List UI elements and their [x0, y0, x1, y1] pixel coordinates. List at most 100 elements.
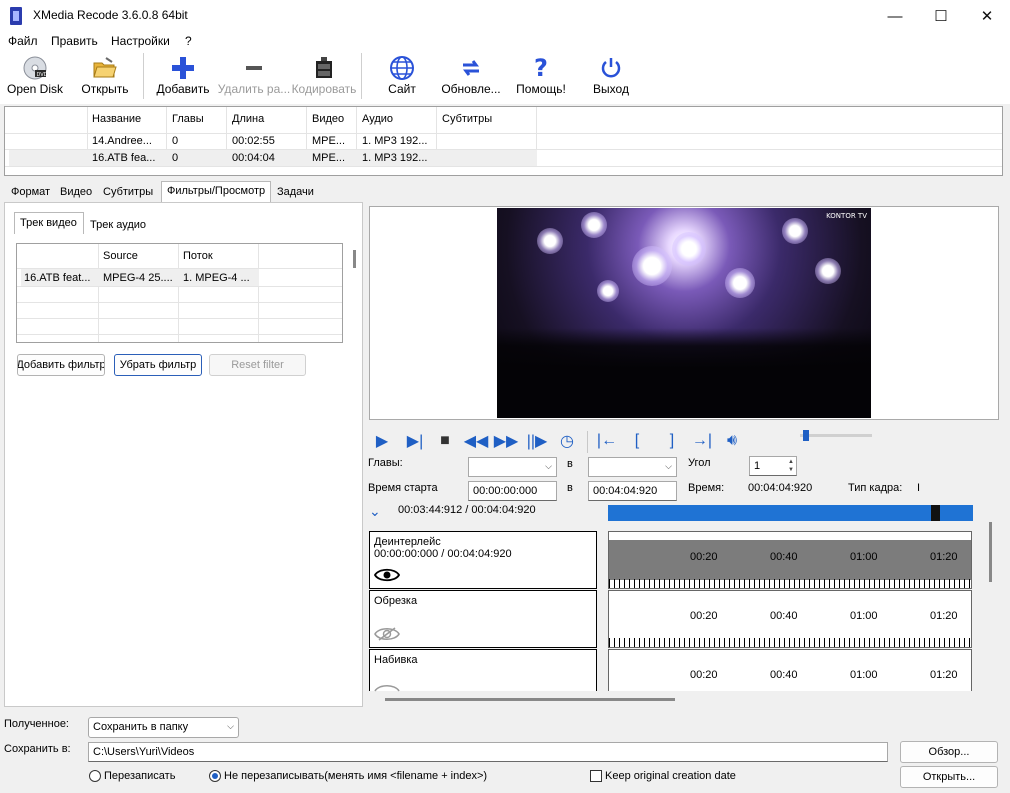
column-header[interactable]: Субтитры	[442, 113, 492, 125]
collapse-chevron-icon[interactable]: ⌄	[369, 503, 381, 520]
minimize-button[interactable]: —	[872, 0, 918, 32]
volume-slider-thumb[interactable]	[803, 430, 809, 441]
filter-name: Деинтерлейс	[374, 536, 441, 548]
panel-scrollbar[interactable]	[353, 250, 356, 268]
volume-button[interactable]: 🔊︎	[721, 430, 743, 452]
filter-deinterlace-track[interactable]: 00:20 00:40 01:00 01:20	[608, 531, 972, 589]
tab-video[interactable]: Видео	[55, 183, 97, 202]
column-header[interactable]: Длина	[232, 113, 264, 125]
filters-horizontal-scrollbar[interactable]	[385, 698, 675, 701]
tab-format[interactable]: Формат	[6, 183, 55, 202]
close-button[interactable]: ✕	[964, 0, 1010, 32]
open-button[interactable]: Открыть	[76, 54, 134, 100]
volume-icon: 🔊︎	[726, 432, 738, 449]
tick-label: 01:20	[930, 551, 958, 563]
clock-button[interactable]: ◷	[556, 430, 578, 452]
add-button[interactable]: Добавить	[150, 54, 216, 100]
start-time-input[interactable]: 00:00:00:000	[468, 481, 557, 501]
set-start-button[interactable]: |←	[596, 430, 618, 452]
toolbar: DVD Open Disk Открыть Добавить Удалить р…	[0, 50, 1010, 104]
rewind-button[interactable]: ◀◀	[464, 430, 489, 452]
no-overwrite-radio[interactable]	[209, 770, 221, 782]
open-folder-button[interactable]: Открыть...	[900, 766, 998, 788]
browse-button[interactable]: Обзор...	[900, 741, 998, 763]
tab-subtitles[interactable]: Субтитры	[98, 183, 158, 202]
save-to-label: Сохранить в:	[4, 743, 71, 755]
overwrite-label[interactable]: Перезаписать	[104, 770, 175, 782]
keep-date-label[interactable]: Keep original creation date	[605, 770, 736, 782]
track-list[interactable]: Source Поток 16.ATB feat... MPEG-4 25...…	[16, 243, 343, 343]
position-slider[interactable]	[608, 505, 973, 521]
save-path-input[interactable]: C:\Users\Yuri\Videos	[88, 742, 888, 762]
tab-filters-preview[interactable]: Фильтры/Просмотр	[161, 181, 272, 203]
filter-crop-label[interactable]: Обрезка	[369, 590, 597, 648]
filter-padding-label[interactable]: Набивка	[369, 649, 597, 692]
column-header[interactable]: Название	[92, 113, 141, 125]
column-header-stream[interactable]: Поток	[183, 250, 213, 262]
menu-settings[interactable]: Настройки	[111, 34, 170, 48]
play-button[interactable]: ▶	[371, 430, 393, 452]
overwrite-radio[interactable]	[89, 770, 101, 782]
open-disk-button[interactable]: DVD Open Disk	[4, 54, 66, 100]
column-header[interactable]: Аудио	[362, 113, 393, 125]
spinner-arrows-icon[interactable]: ▲ ▼	[788, 458, 794, 474]
encode-button[interactable]: Кодировать	[290, 54, 358, 100]
update-button[interactable]: Обновле...	[440, 54, 502, 100]
end-time-input[interactable]: 00:04:04:920	[588, 481, 677, 501]
eye-icon[interactable]	[374, 568, 400, 582]
exit-button[interactable]: Выход	[586, 54, 636, 100]
no-overwrite-label[interactable]: Не перезаписывать(менять имя <filename +…	[224, 770, 487, 782]
tab-jobs[interactable]: Задачи	[272, 183, 319, 202]
remove-filter-button[interactable]: Убрать фильтр	[114, 354, 202, 376]
folder-open-icon	[93, 57, 117, 78]
subtab-video-track[interactable]: Трек видео	[20, 217, 77, 229]
angle-spinner[interactable]: 1 ▲ ▼	[749, 456, 797, 476]
tick-label: 01:20	[930, 669, 958, 681]
window-title: XMedia Recode 3.6.0.8 64bit	[33, 8, 188, 22]
question-icon: ?	[534, 54, 548, 82]
file-list[interactable]: Название Главы Длина Видео Аудио Субтитр…	[4, 106, 1003, 176]
tick-label: 00:40	[770, 610, 798, 622]
eye-hidden-icon[interactable]	[374, 684, 400, 692]
set-end-button[interactable]: →|	[691, 430, 713, 452]
filter-crop-track[interactable]: 00:20 00:40 01:00 01:20	[608, 590, 972, 648]
filter-padding-track[interactable]: 00:20 00:40 01:00 01:20	[608, 649, 972, 691]
menu-help[interactable]: ?	[185, 34, 192, 48]
refresh-icon	[463, 60, 479, 76]
remove-button[interactable]: Удалить ра...	[216, 54, 292, 100]
next-frame-button[interactable]: ||▶	[526, 430, 548, 452]
mark-in-button[interactable]: [	[626, 430, 648, 452]
stop-button[interactable]: ■	[434, 430, 456, 452]
website-button[interactable]: Сайт	[376, 54, 428, 100]
menu-file[interactable]: Файл	[8, 34, 38, 48]
help-button[interactable]: ? Помощь!	[512, 54, 570, 100]
chapter-end-select[interactable]: ⌵	[588, 457, 677, 477]
chapter-start-select[interactable]: ⌵	[468, 457, 557, 477]
play-to-end-button[interactable]: ▶|	[404, 430, 426, 452]
fast-forward-button[interactable]: ▶▶	[494, 430, 519, 452]
eye-hidden-icon[interactable]	[374, 627, 400, 641]
received-label: Полученное:	[4, 718, 69, 730]
maximize-button[interactable]: ☐	[918, 0, 964, 32]
tick-label: 00:20	[690, 610, 718, 622]
keep-date-checkbox[interactable]	[590, 770, 602, 782]
mark-out-button[interactable]: ]	[661, 430, 683, 452]
output-mode-select[interactable]: Сохранить в папку ⌵	[88, 717, 239, 738]
timeline-ruler	[609, 638, 971, 647]
column-header[interactable]: Видео	[312, 113, 344, 125]
subtab-audio-track[interactable]: Трек аудио	[90, 219, 146, 231]
filter-deinterlace-label[interactable]: Деинтерлейс 00:00:00:000 / 00:04:04:920	[369, 531, 597, 589]
filter-name: Обрезка	[374, 595, 418, 607]
video-watermark: KONTOR TV	[826, 212, 867, 220]
volume-slider[interactable]	[800, 430, 872, 441]
reset-filter-button[interactable]: Reset filter	[209, 354, 306, 376]
start-time-label: Время старта	[368, 482, 438, 494]
menu-edit[interactable]: Править	[51, 34, 98, 48]
column-header-source[interactable]: Source	[103, 250, 138, 262]
position-slider-thumb[interactable]	[931, 505, 940, 521]
column-header[interactable]: Главы	[172, 113, 204, 125]
filters-vertical-scrollbar[interactable]	[989, 522, 992, 582]
crowd-silhouette	[497, 328, 871, 418]
svg-text:DVD: DVD	[37, 72, 48, 78]
add-filter-button[interactable]: Добавить фильтр	[17, 354, 105, 376]
